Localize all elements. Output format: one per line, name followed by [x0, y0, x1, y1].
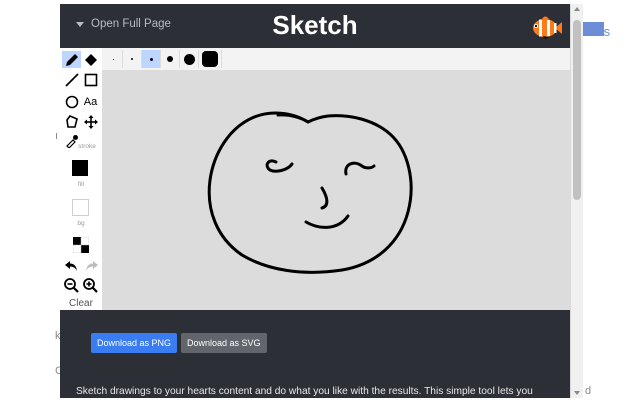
brush-size-5[interactable]: [180, 50, 199, 68]
redo-button[interactable]: [81, 257, 100, 274]
rectangle-icon: [84, 73, 97, 86]
rectangle-tool[interactable]: [81, 71, 100, 88]
scroll-up-icon[interactable]: [574, 7, 580, 11]
zoom-in-button[interactable]: [81, 277, 100, 294]
undo-button[interactable]: [62, 257, 81, 274]
brush-size-2[interactable]: [123, 50, 142, 68]
undo-icon: [64, 260, 77, 271]
fill-color-swatch[interactable]: [72, 160, 88, 176]
popup-scrollbar[interactable]: [570, 4, 583, 398]
line-tool[interactable]: [62, 71, 81, 88]
scrollbar-thumb[interactable]: [573, 20, 581, 200]
eraser-tool[interactable]: [81, 51, 100, 68]
polygon-icon: [65, 114, 78, 128]
bg-label: bg: [77, 220, 85, 227]
background-text-fragment: ıs: [600, 24, 611, 39]
checker-icon: [72, 236, 89, 253]
brush-size-bar: [102, 48, 570, 71]
circle-icon: [65, 95, 78, 108]
clear-button[interactable]: Clear: [60, 298, 102, 309]
sketch-popup: Open Full Page Sketch Aa stroke fill bg …: [60, 4, 570, 398]
line-icon: [64, 72, 79, 87]
app-title: Sketch: [272, 10, 358, 40]
redo-icon: [85, 260, 98, 271]
popup-header: Open Full Page Sketch: [60, 4, 570, 48]
swap-colors-tool[interactable]: [71, 236, 90, 253]
brush-size-6[interactable]: [199, 50, 222, 68]
background-color-swatch[interactable]: [72, 199, 89, 216]
fill-label: fill: [77, 181, 85, 188]
sketch-drawing: [207, 111, 413, 274]
brush-size-3[interactable]: [142, 50, 161, 68]
eraser-icon: [84, 53, 97, 66]
text-icon: Aa: [83, 95, 98, 108]
ellipse-tool[interactable]: [62, 93, 81, 110]
move-tool[interactable]: [81, 113, 100, 130]
drawing-canvas[interactable]: [102, 70, 570, 310]
background-text-fragment: ı: [55, 130, 59, 142]
tool-sidebar: Aa stroke fill bg Clear: [60, 48, 103, 310]
polygon-tool[interactable]: [62, 113, 81, 130]
pencil-tool[interactable]: [62, 51, 81, 68]
zoom-out-icon: [64, 278, 79, 293]
download-png-button[interactable]: Download as PNG: [91, 333, 178, 353]
pencil-icon: [65, 53, 78, 66]
clownfish-icon: [530, 12, 562, 47]
brush-size-4[interactable]: [161, 50, 180, 68]
move-icon: [83, 114, 98, 129]
brush-size-1[interactable]: [104, 50, 123, 68]
action-area: Download as PNG Download as SVG Sketch d…: [60, 310, 570, 398]
download-svg-button[interactable]: Download as SVG: [181, 333, 267, 353]
zoom-in-icon: [83, 278, 98, 293]
scroll-down-icon[interactable]: [574, 391, 580, 395]
zoom-out-button[interactable]: [62, 277, 81, 294]
background-text-fragment: d: [585, 385, 592, 397]
description-text: Sketch drawings to your hearts content a…: [76, 386, 533, 397]
text-tool[interactable]: Aa: [81, 93, 100, 110]
